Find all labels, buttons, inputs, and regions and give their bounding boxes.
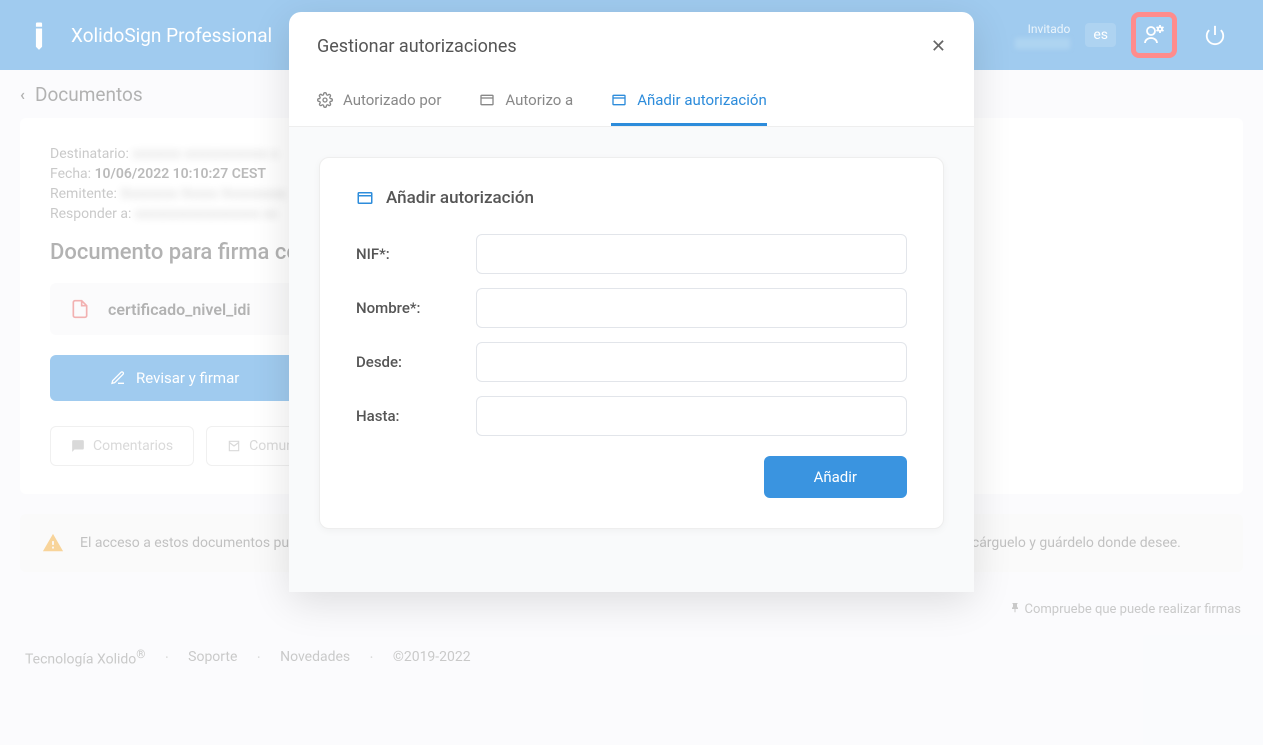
nif-label: NIF*: bbox=[356, 245, 476, 263]
tab-add-auth[interactable]: Añadir autorización bbox=[611, 77, 767, 126]
tab-authorized-by[interactable]: Autorizado por bbox=[317, 77, 441, 126]
gear-icon bbox=[317, 92, 333, 108]
close-icon: ✕ bbox=[931, 36, 946, 57]
desde-input[interactable] bbox=[476, 342, 907, 382]
tab-add-auth-label: Añadir autorización bbox=[637, 91, 767, 109]
tab-authorize-to-label: Autorizo a bbox=[505, 91, 573, 109]
tab-authorize-to[interactable]: Autorizo a bbox=[479, 77, 573, 126]
modal-overlay: Gestionar autorizaciones ✕ Autorizado po… bbox=[0, 0, 1263, 745]
modal-manage-auth: Gestionar autorizaciones ✕ Autorizado po… bbox=[289, 12, 974, 592]
modal-title: Gestionar autorizaciones bbox=[317, 36, 517, 57]
add-button[interactable]: Añadir bbox=[764, 456, 907, 498]
nif-input[interactable] bbox=[476, 234, 907, 274]
folder-title-icon bbox=[356, 189, 374, 207]
desde-label: Desde: bbox=[356, 353, 476, 371]
hasta-input[interactable] bbox=[476, 396, 907, 436]
nombre-input[interactable] bbox=[476, 288, 907, 328]
folder-open-icon bbox=[611, 92, 627, 108]
tab-authorized-by-label: Autorizado por bbox=[343, 91, 441, 109]
form-title-text: Añadir autorización bbox=[386, 188, 534, 208]
close-button[interactable]: ✕ bbox=[931, 36, 946, 57]
hasta-label: Hasta: bbox=[356, 407, 476, 425]
folder-icon bbox=[479, 92, 495, 108]
nombre-label: Nombre*: bbox=[356, 299, 476, 317]
form-card: Añadir autorización NIF*: Nombre*: Desde… bbox=[319, 157, 944, 529]
